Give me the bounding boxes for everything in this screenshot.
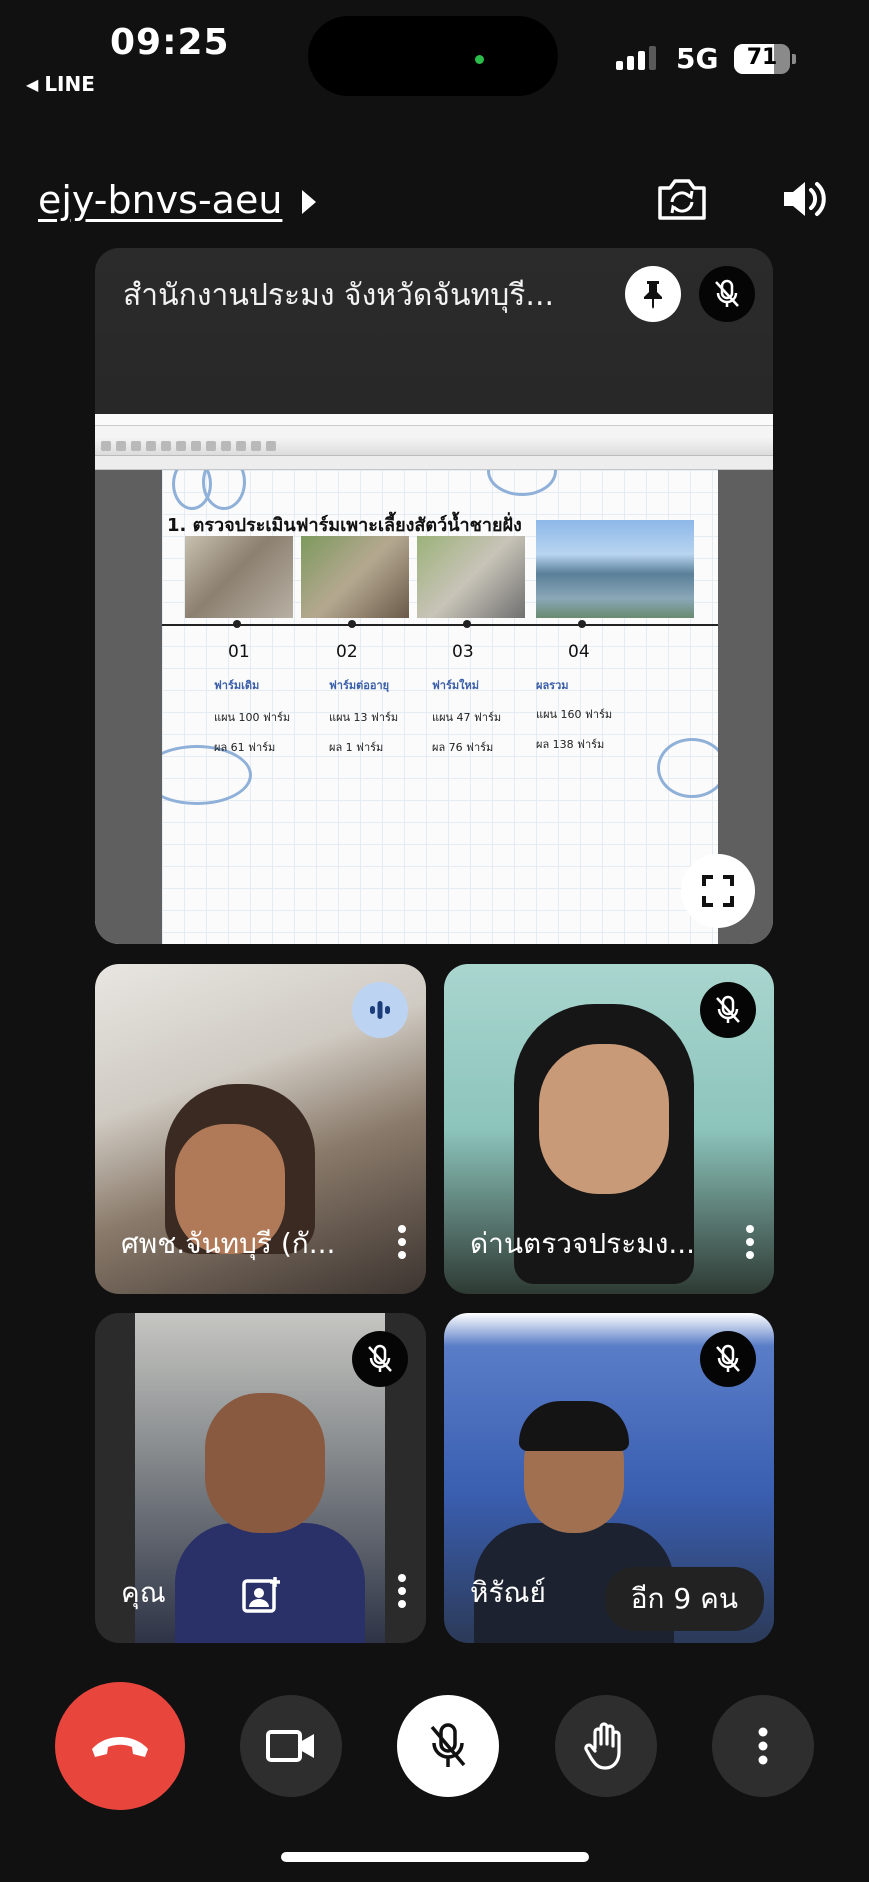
step-label: ฟาร์มต่ออายุ [329, 679, 390, 692]
doodle-decoration [202, 470, 246, 510]
participant-tile[interactable]: ศพช.จันทบุรี (กั... [95, 964, 426, 1294]
meeting-code[interactable]: ejy-bnvs-aeu [38, 178, 282, 222]
fullscreen-button[interactable] [681, 854, 755, 928]
step-label: ฟาร์มเดิม [214, 679, 260, 692]
photo-shrimp-pond [536, 520, 694, 618]
camera-in-use-indicator [475, 55, 484, 64]
step-plan: แผน 100 ฟาร์ม [214, 711, 291, 724]
hand-icon [584, 1722, 621, 1770]
status-time: 09:25 [110, 22, 230, 63]
speaking-indicator [352, 982, 408, 1038]
network-type: 5G [676, 42, 719, 75]
participant-name: คุณ [121, 1576, 166, 1609]
doodle-decoration [487, 470, 557, 496]
more-options-button[interactable] [712, 1695, 814, 1797]
mic-off-icon [715, 279, 739, 307]
step-result: ผล 61 ฟาร์ม [214, 741, 276, 754]
more-vertical-icon [758, 1727, 768, 1765]
presenter-mic-muted-badge [699, 266, 755, 322]
chevron-right-icon[interactable] [302, 190, 316, 214]
cellular-signal-icon [616, 46, 656, 70]
battery-percent: 71 [746, 45, 778, 70]
home-indicator[interactable] [281, 1852, 589, 1862]
step-result: ผล 138 ฟาร์ม [536, 738, 605, 751]
step-number: 02 [336, 642, 358, 662]
participant-name: หิรัณย์ [470, 1576, 546, 1609]
participant-face [539, 1044, 669, 1194]
mic-muted-badge [352, 1331, 408, 1387]
participant-tile[interactable]: หิรัณย์ อีก 9 คน [444, 1313, 774, 1643]
document-area: 1. ตรวจประเมินฟาร์มเพาะเลี้ยงสัตว์น้ำชาย… [95, 470, 773, 944]
camera-toggle-button[interactable] [240, 1695, 342, 1797]
dynamic-island [308, 16, 558, 96]
participant-tile[interactable]: ด่านตรวจประมง... [444, 964, 774, 1294]
more-participants-button[interactable]: อีก 9 คน [604, 1567, 764, 1631]
mic-toggle-button[interactable] [397, 1695, 499, 1797]
switch-camera-icon[interactable] [656, 176, 708, 226]
participant-tile[interactable]: คุณ [95, 1313, 426, 1643]
timeline-tick [233, 620, 241, 628]
participant-name: ด่านตรวจประมง... [470, 1227, 696, 1260]
slide: 1. ตรวจประเมินฟาร์มเพาะเลี้ยงสัตว์น้ำชาย… [162, 470, 718, 944]
hang-up-icon [92, 1737, 148, 1757]
mic-off-icon [716, 1344, 740, 1372]
app-toolbar [95, 436, 773, 456]
photo-meeting-1 [185, 536, 293, 618]
slide-heading: 1. ตรวจประเมินฟาร์มเพาะเลี้ยงสัตว์น้ำชาย… [167, 515, 522, 536]
doodle-decoration [657, 738, 718, 798]
timeline-tick [348, 620, 356, 628]
participant-name: ศพช.จันทบุรี (กั... [121, 1227, 336, 1260]
mic-off-icon [368, 1344, 392, 1372]
battery-icon: 71 [734, 44, 790, 74]
step-number: 03 [452, 642, 474, 662]
end-call-button[interactable] [55, 1682, 185, 1810]
step-result: ผล 1 ฟาร์ม [329, 741, 384, 754]
mic-off-icon [430, 1723, 466, 1767]
speaker-icon[interactable] [780, 176, 828, 226]
mic-muted-badge [700, 1331, 756, 1387]
step-label: ฟาร์มใหม่ [432, 679, 479, 692]
audio-level-icon [370, 1001, 390, 1019]
battery-cap [792, 54, 796, 64]
shared-screen: 1. ตรวจประเมินฟาร์มเพาะเลี้ยงสัตว์น้ำชาย… [95, 414, 773, 944]
step-result: ผล 76 ฟาร์ม [432, 741, 494, 754]
back-to-app-link[interactable]: ◀ LINE [26, 72, 95, 96]
back-app-label: LINE [44, 72, 95, 96]
more-options-icon[interactable] [396, 1224, 408, 1264]
timeline-line [162, 624, 718, 626]
step-plan: แผน 47 ฟาร์ม [432, 711, 502, 724]
presenter-name: สำนักงานประมง จังหวัดจันทบุรี... [123, 278, 555, 313]
app-nav-toolbar [95, 456, 773, 470]
more-options-icon[interactable] [396, 1573, 408, 1613]
raise-hand-button[interactable] [555, 1695, 657, 1797]
pin-button[interactable] [625, 266, 681, 322]
timeline-tick [463, 620, 471, 628]
video-camera-icon [266, 1730, 314, 1762]
step-plan: แผน 160 ฟาร์ม [536, 708, 613, 721]
back-arrow-icon: ◀ [26, 74, 39, 94]
pin-icon [644, 281, 662, 309]
timeline-tick [578, 620, 586, 628]
mic-muted-badge [700, 982, 756, 1038]
app-menu-bar [95, 426, 773, 436]
photo-meeting-3 [417, 536, 525, 618]
step-number: 04 [568, 642, 590, 662]
photo-meeting-2 [301, 536, 409, 618]
step-label: ผลรวม [536, 679, 569, 692]
participant-hair [519, 1401, 629, 1451]
app-title-bar [95, 414, 773, 426]
step-plan: แผน 13 ฟาร์ม [329, 711, 399, 724]
more-options-icon[interactable] [744, 1224, 756, 1264]
step-number: 01 [228, 642, 250, 662]
mic-off-icon [716, 995, 740, 1023]
edit-avatar-icon[interactable] [241, 1575, 283, 1619]
fullscreen-icon [702, 875, 734, 907]
participant-face [205, 1393, 325, 1533]
presentation-tile[interactable]: สำนักงานประมง จังหวัดจันทบุรี... 1. ตรวจ… [95, 248, 773, 944]
